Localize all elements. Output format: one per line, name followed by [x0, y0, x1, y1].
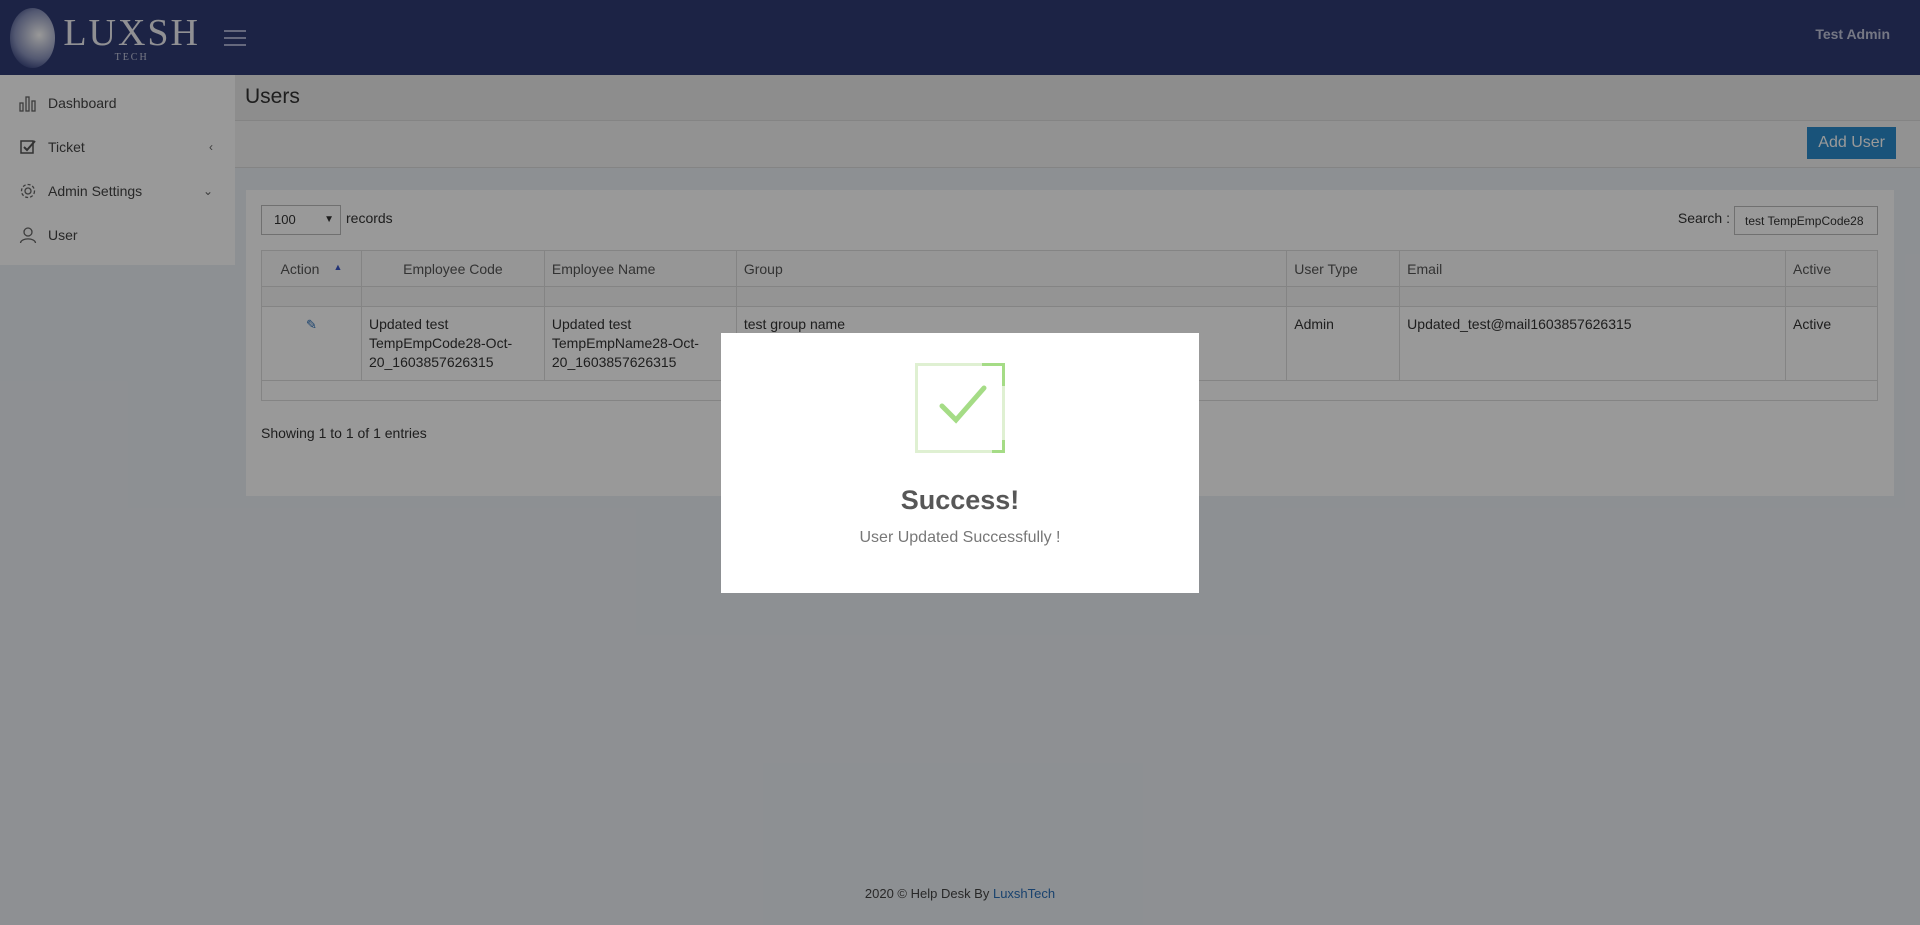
success-modal: Success! User Updated Successfully !: [721, 333, 1199, 593]
modal-message: User Updated Successfully !: [859, 529, 1061, 546]
success-check-icon: [915, 363, 1005, 453]
modal-title: Success!: [900, 485, 1020, 515]
